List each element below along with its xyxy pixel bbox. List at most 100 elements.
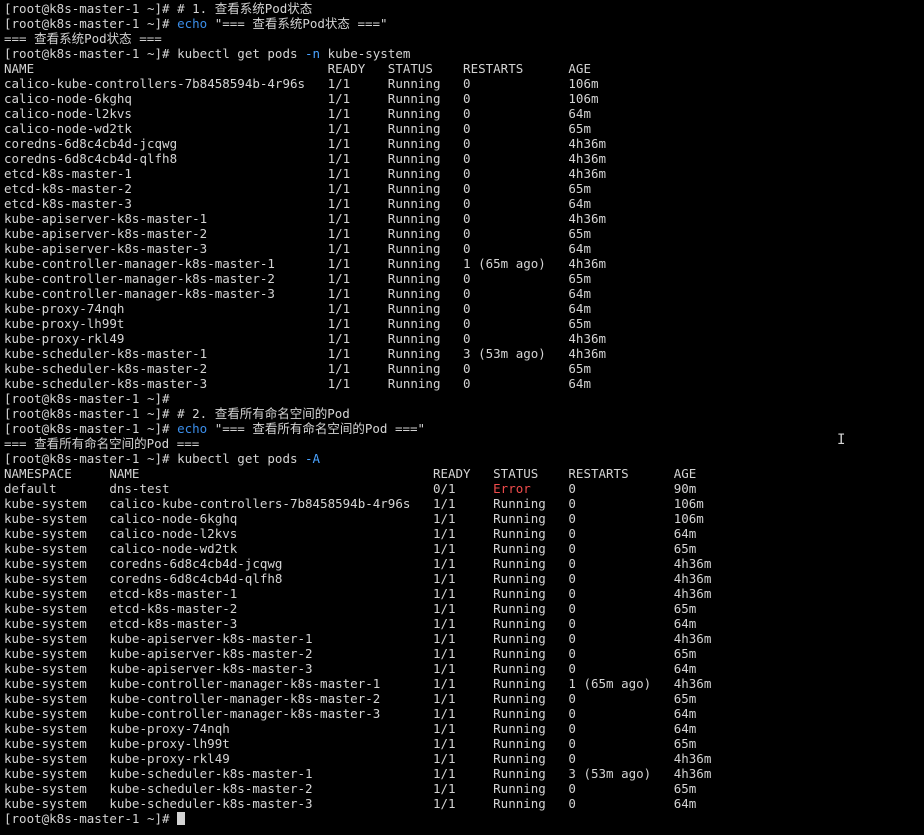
table-cell: 0	[463, 286, 471, 301]
table-row: kube-system kube-controller-manager-k8s-m…	[4, 706, 924, 721]
table-cell: Running	[493, 586, 546, 601]
table-cell: 1/1	[327, 331, 351, 346]
table-cell: kube-scheduler-k8s-master-2	[109, 781, 313, 796]
command-text: "=== 查看所有命名空间的Pod ==="	[207, 421, 426, 436]
table-cell: kube-system	[4, 646, 87, 661]
table-row: default dns-test 0/1 Error 0 90m	[4, 481, 924, 496]
table-cell: 65m	[568, 271, 591, 286]
table-cell: kube-system	[4, 601, 87, 616]
table-cell: 1/1	[432, 661, 456, 676]
table-row: kube-scheduler-k8s-master-3 1/1 Running 0 64…	[4, 376, 924, 391]
table-cell: Running	[493, 601, 546, 616]
table-cell: kube-scheduler-k8s-master-3	[109, 796, 313, 811]
table-cell: 1/1	[432, 511, 456, 526]
table-cell: Running	[387, 166, 441, 181]
table-cell: 1/1	[432, 781, 456, 796]
table-cell: coredns-6d8c4cb4d-qlfh8	[4, 151, 178, 166]
table-cell: coredns-6d8c4cb4d-qlfh8	[109, 571, 283, 586]
table-row: kube-system etcd-k8s-master-1 1/1 Running 0 4…	[4, 586, 924, 601]
table-cell: 4h36m	[568, 211, 607, 226]
table-cell: 4h36m	[673, 571, 712, 586]
table-cell: 0	[463, 121, 471, 136]
shell-prompt: [root@k8s-master-1 ~]#	[4, 451, 178, 466]
table-row: kube-controller-manager-k8s-master-2 1/1 R…	[4, 271, 924, 286]
table-cell: Running	[493, 631, 546, 646]
table-row: kube-proxy-lh99t 1/1 Running 0 65m	[4, 316, 924, 331]
shell-prompt: [root@k8s-master-1 ~]#	[4, 46, 178, 61]
table-cell: 1/1	[327, 91, 351, 106]
table-cell: etcd-k8s-master-3	[4, 196, 132, 211]
table-cell: Running	[387, 271, 441, 286]
command-text: kubectl get pods	[177, 451, 306, 466]
table-cell: NAMESPACE	[4, 466, 72, 481]
shell-prompt: [root@k8s-master-1 ~]#	[4, 811, 178, 826]
table-cell: 64m	[568, 106, 591, 121]
table-row: kube-apiserver-k8s-master-1 1/1 Running 0 4h…	[4, 211, 924, 226]
table-cell: 1/1	[327, 106, 351, 121]
command-text: # 2. 查看所有命名空间的Pod	[177, 406, 350, 421]
command-text: "=== 查看系统Pod状态 ==="	[207, 16, 388, 31]
terminal-window[interactable]: [root@k8s-master-1 ~]# # 1. 查看系统Pod状态 [ro…	[0, 0, 924, 835]
table-cell: kube-scheduler-k8s-master-3	[4, 376, 208, 391]
table-row: kube-system kube-scheduler-k8s-master-2 1/…	[4, 781, 924, 796]
table-row: calico-node-l2kvs 1/1 Running 0 64m	[4, 106, 924, 121]
table-cell: 65m	[673, 601, 697, 616]
table-cell: 4h36m	[673, 676, 712, 691]
table-cell: 0	[568, 796, 576, 811]
table-cell: 0	[568, 631, 576, 646]
table-row: kube-controller-manager-k8s-master-3 1/1 R…	[4, 286, 924, 301]
table-cell: Running	[387, 241, 441, 256]
shell-prompt: [root@k8s-master-1 ~]#	[4, 421, 178, 436]
table-cell: 1/1	[327, 256, 351, 271]
table-row: kube-system kube-controller-manager-k8s-m…	[4, 676, 924, 691]
table-cell: 4h36m	[673, 556, 712, 571]
table-row: kube-controller-manager-k8s-master-1 1/1 R…	[4, 256, 924, 271]
prompt-line: [root@k8s-master-1 ~]#	[4, 391, 924, 406]
table-cell: Running	[493, 541, 546, 556]
table-cell: 0	[463, 76, 471, 91]
table-cell: 1/1	[327, 301, 351, 316]
table-row: kube-system calico-node-l2kvs 1/1 Running 0 6…	[4, 526, 924, 541]
table-row: etcd-k8s-master-2 1/1 Running 0 65m	[4, 181, 924, 196]
table-cell: kube-system	[4, 556, 87, 571]
prompt-line: [root@k8s-master-1 ~]# kubectl get pods …	[4, 46, 924, 61]
table-cell: Running	[387, 76, 441, 91]
table-row: kube-system etcd-k8s-master-3 1/1 Running 0 6…	[4, 616, 924, 631]
table-cell: kube-controller-manager-k8s-master-2	[109, 691, 381, 706]
table-cell: 1/1	[432, 676, 456, 691]
table-cell: 1/1	[327, 241, 351, 256]
table-cell: 1/1	[432, 751, 456, 766]
table-cell: 0	[568, 481, 576, 496]
shell-prompt: [root@k8s-master-1 ~]#	[4, 16, 178, 31]
table-cell: calico-node-wd2tk	[109, 541, 238, 556]
table-cell: kube-apiserver-k8s-master-2	[109, 646, 313, 661]
table-cell: 0	[568, 541, 576, 556]
table-cell: kube-controller-manager-k8s-master-1	[109, 676, 381, 691]
table-cell: 1/1	[327, 166, 351, 181]
text-ibeam-icon: I	[837, 432, 846, 448]
table-cell: kube-system	[4, 526, 87, 541]
table-cell: 0	[463, 106, 471, 121]
table-cell: 3 (53m ago)	[463, 346, 546, 361]
table-cell: AGE	[568, 61, 591, 76]
table-row: calico-kube-controllers-7b8458594b-4r96s…	[4, 76, 924, 91]
table-cell: 64m	[673, 796, 697, 811]
table-cell: 0	[568, 511, 576, 526]
table-cell: kube-system	[4, 721, 87, 736]
table-cell: 1/1	[432, 496, 456, 511]
table-cell: kube-system	[4, 706, 87, 721]
table-cell: 64m	[673, 526, 697, 541]
table-cell: 4h36m	[568, 166, 607, 181]
table-cell: 1/1	[327, 316, 351, 331]
table-cell: 1/1	[432, 736, 456, 751]
table-row: kube-system coredns-6d8c4cb4d-jcqwg 1/1 Run…	[4, 556, 924, 571]
table-cell: Running	[387, 331, 441, 346]
table-cell: Running	[493, 766, 546, 781]
table-cell: Running	[387, 226, 441, 241]
table-row: kube-system coredns-6d8c4cb4d-qlfh8 1/1 Run…	[4, 571, 924, 586]
table-row: NAMESPACE NAME READY STATUS RESTARTS AGE	[4, 466, 924, 481]
table-cell: 65m	[673, 541, 697, 556]
table-cell: Running	[387, 316, 441, 331]
table-cell: Error	[493, 481, 531, 496]
table-cell: kube-apiserver-k8s-master-1	[4, 211, 208, 226]
